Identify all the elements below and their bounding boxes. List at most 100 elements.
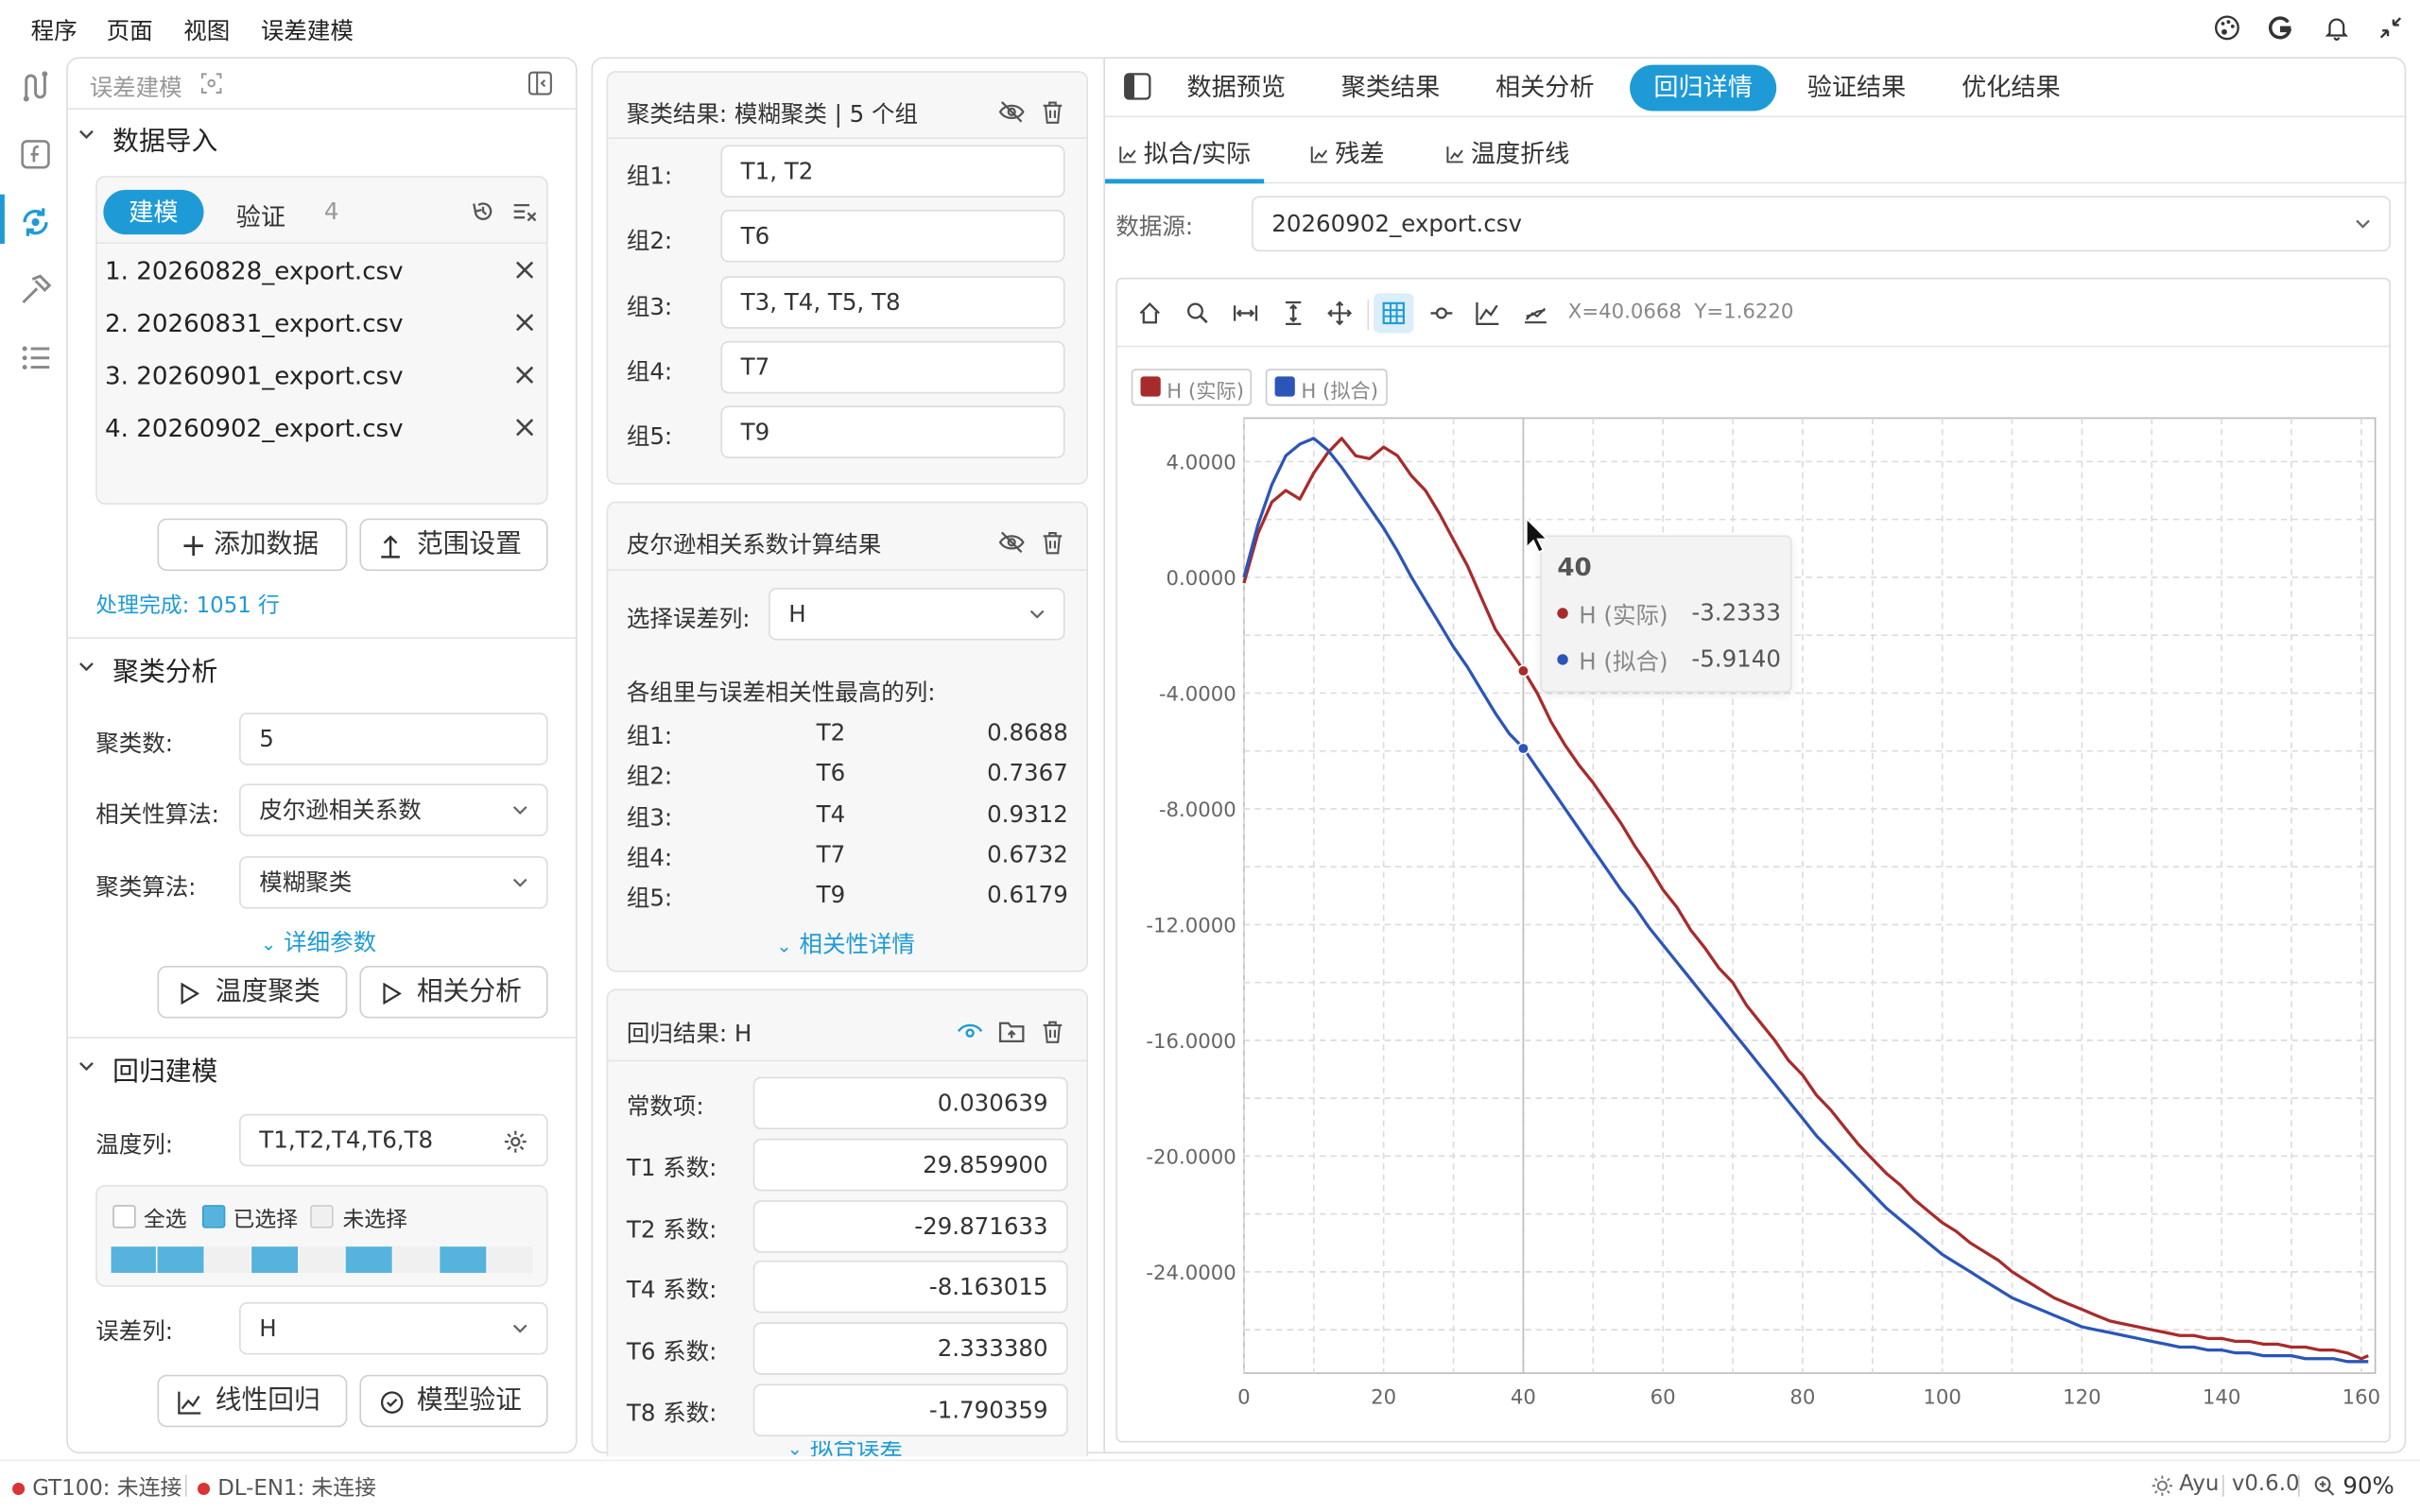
trash-icon[interactable] — [1040, 529, 1064, 556]
tab-5[interactable]: 优化结果 — [1940, 65, 2082, 112]
column-cell[interactable] — [346, 1246, 392, 1273]
range-settings-button[interactable]: 范围设置 — [359, 518, 548, 572]
trash-icon[interactable] — [1040, 98, 1064, 125]
source-select[interactable]: 20260902_export.csv — [1252, 196, 2391, 252]
legend-all-swatch[interactable] — [112, 1205, 136, 1228]
cluster-algo-select[interactable]: 模糊聚类 — [239, 856, 548, 909]
chevron-down-icon[interactable] — [78, 127, 94, 142]
group-members-field[interactable]: T6 — [720, 210, 1065, 264]
temp-cluster-button[interactable]: 温度聚类 — [157, 966, 348, 1019]
corr-algo-select[interactable]: 皮尔逊相关系数 — [239, 783, 548, 836]
eye-off-icon[interactable] — [998, 98, 1025, 125]
zoom-x-icon[interactable] — [1233, 301, 1258, 325]
focus-icon[interactable] — [200, 73, 222, 94]
file-item-2[interactable]: 2. 20260831_export.csv — [105, 309, 404, 338]
gear-icon[interactable] — [503, 1129, 527, 1154]
tab-4[interactable]: 验证结果 — [1786, 65, 1927, 112]
menu-page[interactable]: 页面 — [107, 14, 153, 46]
subtab-1[interactable]: 残差 — [1310, 132, 1385, 169]
chevron-down-icon[interactable] — [78, 1058, 94, 1074]
legend-actual[interactable]: H (实际) — [1131, 369, 1253, 406]
clear-list-icon[interactable] — [512, 199, 537, 224]
tab-modeling[interactable]: 建模 — [103, 189, 204, 235]
menu-error-modeling[interactable]: 误差建模 — [261, 14, 354, 46]
cluster-count-input[interactable]: 5 — [239, 713, 548, 765]
eye-icon[interactable] — [957, 1019, 983, 1045]
coefficient-value[interactable]: 2.333380 — [752, 1322, 1068, 1375]
zoom-icon[interactable] — [1185, 301, 1210, 325]
hammer-icon[interactable] — [19, 273, 53, 307]
subtab-2[interactable]: 温度折线 — [1446, 132, 1569, 169]
section-cluster[interactable]: 聚类分析 — [112, 649, 217, 689]
column-cell[interactable] — [204, 1246, 251, 1273]
corr-detail-link[interactable]: ⌄ 相关性详情 — [776, 927, 915, 959]
collapse-icon[interactable] — [2377, 14, 2404, 42]
grid-icon[interactable] — [1381, 301, 1406, 325]
zoom-y-icon[interactable] — [1281, 301, 1305, 326]
group-members-field[interactable]: T7 — [720, 340, 1065, 394]
line-chart-icon[interactable] — [1476, 301, 1500, 326]
section-regression[interactable]: 回归建模 — [112, 1049, 217, 1088]
group-members-field[interactable]: T3, T4, T5, T8 — [720, 275, 1065, 329]
folder-export-icon[interactable] — [998, 1019, 1025, 1045]
column-cell[interactable] — [440, 1246, 486, 1273]
fit-error-link[interactable]: ⌄ 拟合误差 — [787, 1441, 903, 1456]
group-members-field[interactable]: T9 — [720, 405, 1065, 459]
corr-analysis-button[interactable]: 相关分析 — [359, 966, 548, 1019]
point-marker-icon[interactable] — [1429, 301, 1454, 325]
model-validate-button[interactable]: 模型验证 — [359, 1374, 548, 1428]
add-data-button[interactable]: + 添加数据 — [157, 518, 348, 572]
legend-fit[interactable]: H (拟合) — [1265, 369, 1388, 406]
column-cell[interactable] — [111, 1246, 157, 1273]
menu-view[interactable]: 视图 — [183, 14, 230, 46]
column-cell[interactable] — [299, 1246, 345, 1273]
theme-name[interactable]: Ayu — [2179, 1472, 2219, 1497]
tab-0[interactable]: 数据预览 — [1168, 65, 1305, 112]
tab-verify[interactable]: 验证 — [236, 196, 285, 232]
detail-params-link[interactable]: ⌄ 详细参数 — [261, 926, 376, 958]
g-icon[interactable] — [2267, 14, 2294, 42]
column-cell[interactable] — [251, 1246, 298, 1273]
pearson-error-select[interactable]: H — [769, 588, 1065, 641]
column-cell[interactable] — [392, 1246, 439, 1273]
error-column-select[interactable]: H — [239, 1301, 548, 1355]
sidebar-toggle-icon[interactable] — [527, 71, 552, 95]
section-data-import[interactable]: 数据导入 — [112, 119, 217, 158]
coefficient-value[interactable]: -29.871633 — [752, 1199, 1068, 1253]
remove-file-icon[interactable] — [514, 312, 536, 334]
bell-icon[interactable] — [2323, 14, 2350, 42]
trend-icon[interactable] — [1523, 301, 1547, 325]
list-icon[interactable] — [19, 341, 53, 375]
coefficient-value[interactable]: 29.859900 — [752, 1138, 1068, 1192]
palette-icon[interactable] — [2213, 14, 2240, 42]
subtab-0[interactable]: 拟合/实际 — [1119, 132, 1251, 169]
sidebar-panel-icon[interactable] — [1124, 73, 1151, 100]
tab-2[interactable]: 相关分析 — [1477, 65, 1613, 112]
coefficient-value[interactable]: -8.163015 — [752, 1261, 1068, 1314]
coefficient-value[interactable]: 0.030639 — [752, 1076, 1068, 1130]
group-members-field[interactable]: T1, T2 — [720, 145, 1065, 198]
remove-file-icon[interactable] — [514, 417, 536, 438]
remove-file-icon[interactable] — [514, 259, 536, 281]
home-icon[interactable] — [1137, 301, 1162, 325]
file-item-4[interactable]: 4. 20260902_export.csv — [105, 414, 404, 443]
model-cycle-icon[interactable] — [19, 205, 53, 239]
coefficient-value[interactable]: -1.790359 — [752, 1383, 1068, 1436]
file-item-1[interactable]: 1. 20260828_export.csv — [105, 256, 404, 285]
menu-program[interactable]: 程序 — [31, 14, 78, 46]
chevron-down-icon[interactable] — [78, 659, 94, 674]
trash-icon[interactable] — [1040, 1019, 1064, 1045]
temp-columns-input[interactable]: T1,T2,T4,T6,T8 — [239, 1113, 548, 1167]
history-icon[interactable] — [471, 199, 495, 224]
column-cell[interactable] — [158, 1246, 204, 1273]
function-icon[interactable] — [19, 137, 53, 171]
column-cells[interactable] — [111, 1246, 533, 1273]
remove-file-icon[interactable] — [514, 364, 536, 386]
eye-off-icon[interactable] — [998, 529, 1025, 556]
tab-3[interactable]: 回归详情 — [1630, 64, 1777, 112]
column-cell[interactable] — [487, 1246, 533, 1273]
linear-regression-button[interactable]: 线性回归 — [157, 1374, 348, 1428]
route-icon[interactable] — [19, 69, 53, 103]
zoom-level[interactable]: 90% — [2342, 1472, 2394, 1500]
file-item-3[interactable]: 3. 20260901_export.csv — [105, 361, 404, 390]
